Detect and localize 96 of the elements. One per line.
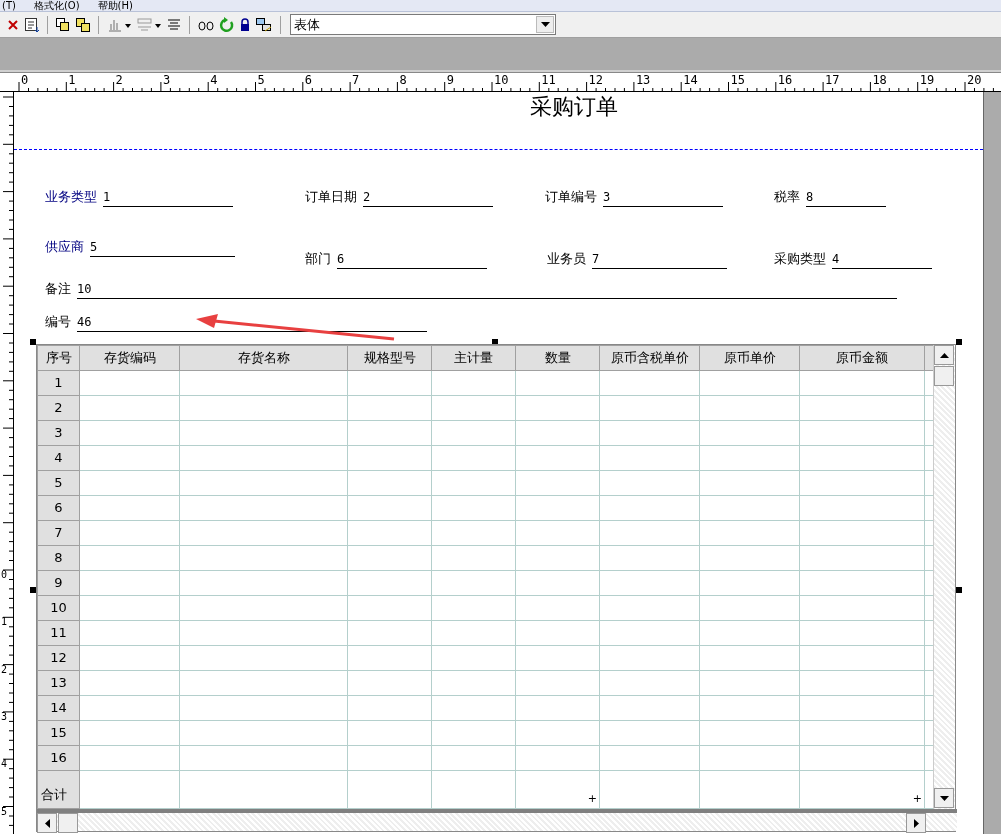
field-value: 6: [337, 250, 487, 269]
ruler-number: 18: [872, 73, 887, 87]
selection-handle: [30, 339, 36, 345]
triangle-icon: [939, 795, 949, 801]
total-mark: +: [587, 793, 597, 804]
selection-handle: [30, 587, 36, 593]
ruler-number: 17: [825, 73, 840, 87]
ruler-number: 16: [777, 73, 793, 87]
column-header[interactable]: 存货名称: [179, 345, 348, 371]
caret-icon[interactable]: [536, 16, 554, 33]
row-number: 5: [37, 470, 80, 496]
row-number: 11: [37, 620, 80, 646]
field-label: 订单日期: [305, 188, 357, 206]
row-number: 12: [37, 645, 80, 671]
ruler-number: 2: [115, 73, 123, 87]
column-header[interactable]: 原币含税单价: [599, 345, 700, 371]
field-label: 采购类型: [774, 250, 826, 268]
field-label: 供应商: [45, 238, 84, 256]
column-header[interactable]: 原币单价: [699, 345, 800, 371]
row-number: 14: [37, 695, 80, 721]
triangle-icon: [44, 818, 50, 828]
total-label: 合计: [41, 785, 67, 804]
menu-item[interactable]: 帮助(H): [97, 0, 133, 11]
row-number: 13: [37, 670, 80, 696]
vertical-scrollbar[interactable]: [933, 345, 955, 810]
field-value: 10: [77, 280, 897, 299]
selection-handle: [956, 587, 962, 593]
ruler-number: 1: [68, 73, 76, 87]
style-dropdown[interactable]: 表体: [290, 14, 556, 35]
row-number: 2: [37, 395, 80, 421]
selection-handle: [492, 339, 498, 345]
column-header[interactable]: 数量: [515, 345, 600, 371]
ruler-number: 1: [1, 617, 8, 628]
ruler-number: 4: [210, 73, 218, 87]
row-number: 8: [37, 545, 80, 571]
scroll-left-button[interactable]: [37, 813, 57, 833]
column-header[interactable]: 规格型号: [347, 345, 432, 371]
column-header[interactable]: 原币金额: [799, 345, 925, 371]
row-number: 9: [37, 570, 80, 596]
ruler-number: 14: [683, 73, 698, 87]
row-number: 4: [37, 445, 80, 471]
field-value: 2: [363, 188, 493, 207]
scrollbar-thumb[interactable]: [934, 366, 954, 386]
field-value: 3: [603, 188, 723, 207]
field-value: 7: [592, 250, 727, 269]
ruler-number: 8: [399, 73, 407, 87]
field-value: 8: [806, 188, 886, 207]
field-label: 订单编号: [545, 188, 597, 206]
scroll-up-button[interactable]: [934, 345, 954, 365]
scroll-right-button[interactable]: [906, 813, 926, 833]
menu-item[interactable]: 格式化(O): [33, 0, 80, 11]
ruler-number: 3: [162, 73, 171, 87]
ruler-number: 3: [1, 711, 8, 722]
ruler-number: 0: [21, 73, 29, 87]
row-number: 15: [37, 720, 80, 746]
field-value: 1: [103, 188, 233, 207]
report-title: 采购订单: [530, 93, 618, 121]
ruler-number: 4: [1, 759, 8, 770]
field-label: 备注: [45, 280, 71, 298]
field-label: 部门: [305, 250, 331, 268]
row-number: 10: [37, 595, 80, 621]
triangle-icon: [939, 352, 949, 358]
ruler-number: 2: [1, 664, 8, 675]
ruler-number: 10: [494, 73, 509, 87]
field-label: 业务类型: [45, 188, 97, 206]
field-label: 税率: [774, 188, 800, 206]
row-number: 3: [37, 420, 80, 446]
column-header[interactable]: 主计量: [431, 345, 516, 371]
ruler-number: 5: [1, 806, 8, 817]
ruler-number: 0: [1, 570, 8, 580]
scrollbar-thumb[interactable]: [58, 813, 78, 833]
column-header[interactable]: 序号: [37, 345, 80, 371]
row-number: 16: [37, 745, 80, 771]
ruler-number: 19: [919, 73, 935, 87]
ruler-number: 11: [541, 73, 556, 87]
row-number: 6: [37, 495, 80, 521]
ruler-number: 9: [446, 73, 454, 87]
triangle-icon: [913, 818, 919, 828]
field-value: 4: [832, 250, 932, 269]
total-mark: +: [912, 793, 922, 804]
scroll-down-button[interactable]: [934, 788, 954, 808]
row-number: 7: [37, 520, 80, 546]
ruler-number: 20: [967, 73, 982, 87]
menu-item[interactable]: (T): [2, 0, 16, 11]
ruler-number: 5: [257, 73, 265, 87]
ruler-number: 15: [730, 73, 745, 87]
column-header[interactable]: 存货编码: [79, 345, 180, 371]
ruler-number: 7: [352, 73, 360, 87]
field-label: 编号: [45, 313, 71, 331]
row-number: 1: [37, 370, 80, 396]
ruler-number: 6: [304, 73, 313, 87]
field-value: 5: [90, 238, 235, 257]
ruler-number: 12: [588, 73, 604, 87]
field-label: 业务员: [547, 250, 586, 268]
ruler-number: 13: [635, 73, 651, 87]
selection-handle: [956, 339, 962, 345]
